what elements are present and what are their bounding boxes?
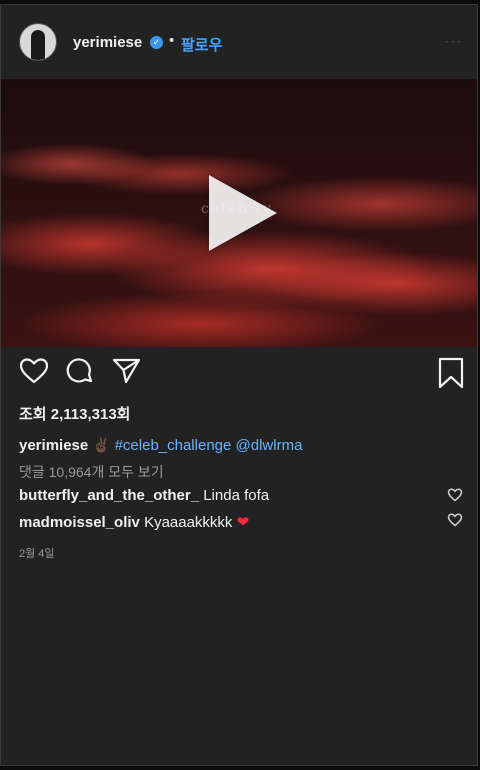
caption-hashtag[interactable]: #celeb_challenge: [115, 437, 232, 454]
comment-item: madmoissel_oliv Kyaaaakkkkk ❤: [19, 513, 249, 531]
comment-text: Kyaaaakkkkk: [144, 514, 233, 531]
caption-emoji: ✌🏿: [92, 437, 112, 454]
comment-username[interactable]: butterfly_and_the_other_: [19, 487, 199, 504]
caption-username[interactable]: yerimiese: [19, 437, 88, 454]
post-date: 2월 4일: [19, 548, 55, 560]
bookmark-icon[interactable]: [437, 357, 465, 389]
share-icon[interactable]: [112, 357, 142, 385]
avatar[interactable]: [19, 23, 57, 61]
post-header: yerimiese ✓ • 팔로우 ···: [1, 5, 477, 79]
action-bar: [1, 357, 477, 397]
post-caption: yerimiese ✌🏿 #celeb_challenge @dlwlrma: [19, 436, 302, 454]
post-video[interactable]: celeb·ty: [1, 79, 477, 347]
comment-icon[interactable]: [65, 357, 95, 387]
avatar-figure: [31, 30, 45, 60]
comment-like-heart-icon[interactable]: [447, 513, 463, 527]
view-all-comments-link[interactable]: 댓글 10,964개 모두 보기: [19, 462, 164, 482]
comment-like-heart-icon[interactable]: [447, 488, 463, 502]
play-icon[interactable]: [209, 175, 277, 251]
more-options-icon[interactable]: ···: [444, 33, 463, 51]
separator-dot: •: [169, 32, 175, 49]
verified-badge-icon: ✓: [150, 36, 163, 49]
post-username[interactable]: yerimiese: [73, 34, 142, 51]
post-card: yerimiese ✓ • 팔로우 ··· celeb·ty 조회 2,113,…: [0, 4, 478, 766]
heart-icon[interactable]: [19, 357, 49, 385]
caption-mention[interactable]: @dlwlrma: [236, 437, 303, 454]
comment-username[interactable]: madmoissel_oliv: [19, 514, 140, 531]
follow-button[interactable]: 팔로우: [181, 34, 222, 55]
red-heart-emoji: ❤: [236, 514, 250, 531]
comment-item: butterfly_and_the_other_ Linda fofa: [19, 487, 269, 504]
comment-text: Linda fofa: [203, 487, 270, 504]
view-count: 조회 2,113,313회: [19, 406, 131, 423]
